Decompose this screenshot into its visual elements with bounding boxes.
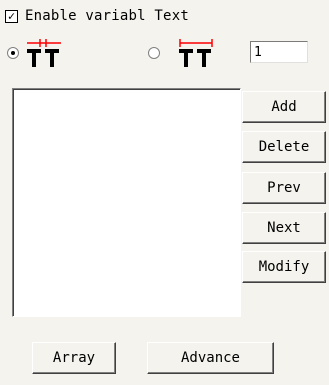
radio-unselected-icon: [148, 47, 160, 59]
prev-button[interactable]: Prev: [242, 172, 326, 204]
count-input[interactable]: [250, 41, 308, 63]
add-button[interactable]: Add: [242, 91, 326, 123]
checkmark-icon: ✓: [7, 9, 16, 23]
text-width-icon: [176, 37, 216, 69]
enable-variable-text-checkbox[interactable]: ✓ Enable variabl Text: [5, 6, 189, 26]
radio-mode-a[interactable]: [7, 47, 19, 59]
advance-button[interactable]: Advance: [147, 342, 274, 374]
text-spacing-icon: [24, 37, 64, 69]
next-button[interactable]: Next: [242, 212, 326, 244]
radio-selected-icon: [7, 47, 19, 59]
delete-button[interactable]: Delete: [242, 131, 326, 163]
modify-button[interactable]: Modify: [242, 251, 326, 283]
checkbox-box[interactable]: ✓: [5, 9, 18, 23]
array-button[interactable]: Array: [32, 342, 116, 374]
text-list-box[interactable]: [12, 88, 241, 317]
checkbox-label: Enable variabl Text: [25, 8, 189, 24]
radio-mode-b[interactable]: [148, 47, 160, 59]
